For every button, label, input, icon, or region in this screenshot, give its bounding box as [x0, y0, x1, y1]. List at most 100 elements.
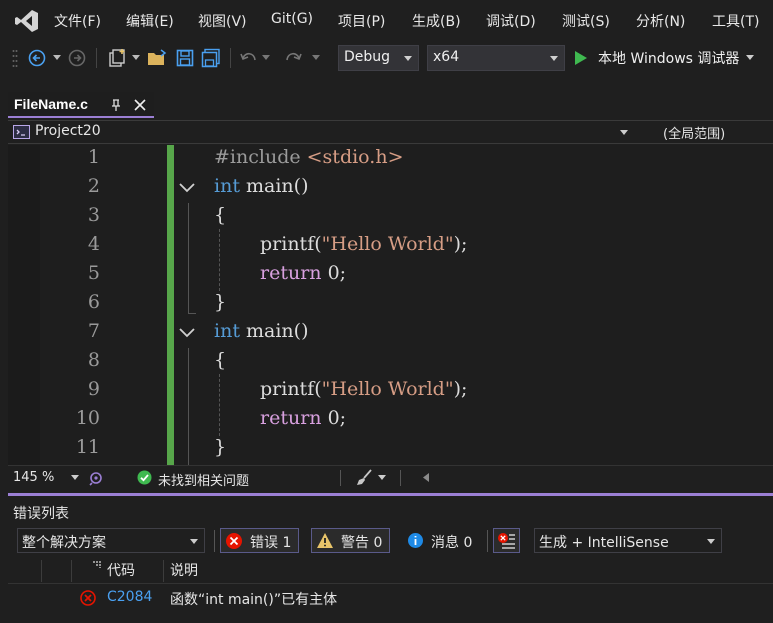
code-line[interactable]: return 0;: [260, 407, 346, 429]
menu-test[interactable]: 测试(S): [562, 11, 610, 31]
build-filter-toggle[interactable]: [493, 528, 520, 553]
filter-separator: [487, 530, 488, 552]
redo-dropdown-icon[interactable]: [311, 47, 321, 69]
chevron-down-icon: [707, 539, 715, 544]
code-editor[interactable]: 1 2 3 4 5 6 7 8 9 10 11 #include <stdio.h> int main…: [8, 145, 773, 465]
scope-dropdown[interactable]: (全局范围): [644, 121, 773, 143]
code-line[interactable]: printf("Hello World");: [260, 378, 467, 400]
chevron-down-icon[interactable]: [378, 475, 386, 480]
standard-toolbar: Debug x64 本地 Windows 调试器: [0, 42, 773, 74]
menu-build[interactable]: 生成(B): [412, 11, 461, 31]
code-line[interactable]: {: [214, 349, 226, 371]
issues-status[interactable]: 未找到相关问题: [158, 470, 249, 489]
warnings-filter-toggle[interactable]: 警告 0: [311, 528, 390, 553]
menu-edit[interactable]: 编辑(E): [126, 11, 174, 31]
status-separator: [340, 470, 341, 486]
scope-filter-value: 整个解决方案: [22, 535, 106, 551]
undo-icon[interactable]: [238, 47, 260, 69]
warnings-count-label: 警告 0: [341, 535, 383, 551]
error-row[interactable]: C2084 函数“int main()”已有主体: [8, 586, 773, 610]
messages-filter-toggle[interactable]: 消息 0: [400, 528, 480, 553]
sort-indicator-icon: [93, 561, 101, 568]
error-icon: [226, 533, 242, 549]
menu-project[interactable]: 项目(P): [338, 11, 385, 31]
close-icon[interactable]: [134, 99, 146, 111]
configuration-value: Debug: [344, 49, 391, 65]
code-line[interactable]: int main(): [214, 175, 308, 197]
undo-dropdown-icon[interactable]: [261, 47, 271, 69]
line-number: 6: [87, 291, 100, 313]
code-token: }: [214, 291, 227, 313]
solution-platform-dropdown[interactable]: x64: [427, 45, 565, 71]
chevron-down-icon[interactable]: [71, 475, 79, 480]
menu-bar: 文件(F) 编辑(E) 视图(V) Git(G) 项目(P) 生成(B) 调试(…: [0, 0, 773, 42]
line-number: 8: [87, 349, 100, 371]
code-line[interactable]: return 0;: [260, 262, 346, 284]
column-header-description[interactable]: 说明: [170, 560, 198, 580]
menu-debug[interactable]: 调试(D): [486, 11, 536, 31]
document-tab-strip: FileName.c: [0, 74, 773, 118]
errors-filter-toggle[interactable]: 错误 1: [220, 528, 299, 553]
code-line[interactable]: }: [214, 436, 226, 458]
editor-navigation-bar: Project20 (全局范围): [8, 120, 773, 144]
start-debugging-button[interactable]: 本地 Windows 调试器: [572, 47, 770, 69]
code-cleanup-brush-icon[interactable]: [356, 469, 373, 486]
column-header-code[interactable]: 代码: [107, 560, 135, 580]
menu-file[interactable]: 文件(F): [54, 11, 101, 31]
code-token: int: [214, 175, 240, 197]
errors-count-label: 错误 1: [250, 535, 292, 551]
zoom-level[interactable]: 145 %: [13, 470, 54, 485]
error-description: 函数“int main()”已有主体: [170, 592, 338, 608]
source-filter-dropdown[interactable]: 生成 + IntelliSense: [534, 528, 722, 553]
code-token: );: [453, 233, 468, 255]
navigate-forward-icon[interactable]: [67, 47, 87, 69]
line-number: 7: [87, 320, 100, 342]
menu-git[interactable]: Git(G): [271, 11, 313, 27]
code-token: }: [214, 436, 227, 458]
indent-guide: [219, 229, 220, 291]
intellicode-icon[interactable]: [88, 470, 104, 486]
line-number: 10: [75, 407, 100, 429]
code-line[interactable]: printf("Hello World");: [260, 233, 467, 255]
scope-filter-dropdown[interactable]: 整个解决方案: [17, 528, 205, 553]
filter-errors-icon: [498, 533, 515, 549]
new-project-icon[interactable]: [105, 47, 129, 69]
code-line[interactable]: #include <stdio.h>: [214, 146, 404, 168]
code-line[interactable]: }: [214, 291, 226, 313]
error-list-title: 错误列表: [13, 506, 69, 522]
menu-tools[interactable]: 工具(T): [712, 11, 759, 31]
pin-icon[interactable]: [110, 99, 122, 112]
navigate-back-icon[interactable]: [27, 47, 47, 69]
line-number: 9: [87, 378, 100, 400]
chevron-down-icon: [620, 130, 628, 135]
visual-studio-logo-icon[interactable]: [14, 8, 40, 34]
code-line[interactable]: int main(): [214, 320, 308, 342]
fold-region-end: [188, 313, 196, 314]
editor-status-row: 145 % 未找到相关问题: [8, 465, 773, 491]
project-icon: [13, 125, 30, 139]
tab-filename-c[interactable]: FileName.c: [8, 92, 154, 118]
new-project-dropdown-icon[interactable]: [131, 47, 141, 69]
save-all-icon[interactable]: [200, 47, 222, 69]
column-divider: [163, 560, 164, 582]
warning-icon: [317, 533, 333, 548]
error-code-link[interactable]: C2084: [107, 589, 152, 605]
code-token: printf(: [260, 378, 322, 400]
open-folder-icon[interactable]: [146, 47, 168, 69]
back-dropdown-icon[interactable]: [52, 47, 62, 69]
solution-configuration-dropdown[interactable]: Debug: [338, 45, 419, 71]
collapse-chevron-icon[interactable]: [178, 182, 196, 194]
project-dropdown[interactable]: Project20: [8, 121, 638, 143]
redo-icon[interactable]: [282, 47, 304, 69]
line-number: 4: [87, 233, 100, 255]
collapse-chevron-icon[interactable]: [178, 327, 196, 339]
status-separator: [400, 470, 401, 486]
save-icon[interactable]: [174, 47, 196, 69]
scroll-left-icon[interactable]: [423, 473, 429, 482]
fold-region-line: [188, 348, 189, 465]
column-divider: [71, 560, 72, 582]
menu-analyze[interactable]: 分析(N): [636, 11, 685, 31]
code-line[interactable]: {: [214, 204, 226, 226]
menu-view[interactable]: 视图(V): [198, 11, 247, 31]
messages-count-label: 消息 0: [431, 535, 473, 551]
